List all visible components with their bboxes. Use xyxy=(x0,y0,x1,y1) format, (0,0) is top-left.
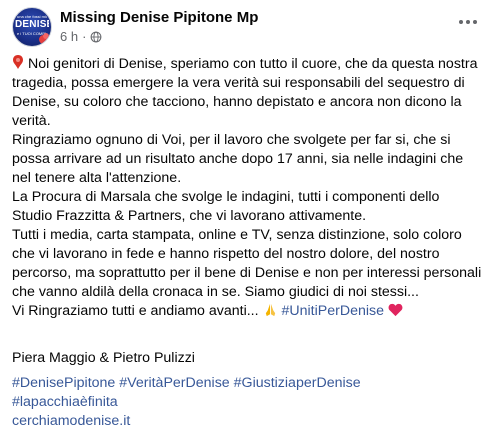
paragraph-5: Vi Ringraziamo tutti e andiamo avanti...… xyxy=(12,302,482,321)
hashtag-list: #DenisePipitone #VeritàPerDenise #Giusti… xyxy=(12,374,482,412)
paragraph-4: Tutti i media, carta stampata, online e … xyxy=(12,227,482,300)
page-avatar[interactable]: una che fossi mio DENISE, e i TUOI COMPL… xyxy=(12,7,52,47)
hashtag-link[interactable]: #VeritàPerDenise xyxy=(119,375,229,391)
separator-dot: · xyxy=(82,29,87,44)
pushpin-icon xyxy=(13,55,23,69)
paragraph-1-text: Noi genitori di Denise, speriamo con tut… xyxy=(12,56,478,129)
facebook-post: una che fossi mio DENISE, e i TUOI COMPL… xyxy=(0,0,492,434)
more-horizontal-icon xyxy=(459,20,463,24)
website-link[interactable]: cerchiamodenise.it xyxy=(12,412,130,431)
folded-hands-icon xyxy=(265,303,275,317)
post-header: una che fossi mio DENISE, e i TUOI COMPL… xyxy=(12,7,480,47)
globe-icon[interactable] xyxy=(90,31,102,43)
hashtag-link[interactable]: #GiustiziaperDenise xyxy=(234,375,361,391)
signature: Piera Maggio & Pietro Pulizzi xyxy=(12,350,195,366)
hashtag-link[interactable]: #lapacchiaèfinita xyxy=(12,394,118,410)
avatar-big-text: DENISE, xyxy=(15,19,49,30)
paragraph-2: Ringraziamo ognuno di Voi, per il lavoro… xyxy=(12,132,464,186)
more-horizontal-icon xyxy=(473,20,477,24)
page-name-link[interactable]: Missing Denise Pipitone Mp xyxy=(60,9,258,27)
post-meta: 6 h · xyxy=(60,29,102,45)
hashtag-link[interactable]: #UnitiPerDenise xyxy=(281,303,384,319)
paragraph-5-text: Vi Ringraziamo tutti e andiamo avanti... xyxy=(12,303,259,319)
red-heart-icon xyxy=(388,303,403,317)
more-horizontal-icon xyxy=(466,20,470,24)
flower-decoration xyxy=(43,33,49,39)
post-body: Noi genitori di Denise, speriamo con tut… xyxy=(12,55,482,321)
paragraph-1: Noi genitori di Denise, speriamo con tut… xyxy=(12,55,482,131)
paragraph-3: La Procura di Marsala che svolge le inda… xyxy=(12,189,440,224)
post-time[interactable]: 6 h xyxy=(60,29,78,45)
hashtag-link[interactable]: #DenisePipitone xyxy=(12,375,115,391)
more-options-button[interactable] xyxy=(454,11,482,33)
